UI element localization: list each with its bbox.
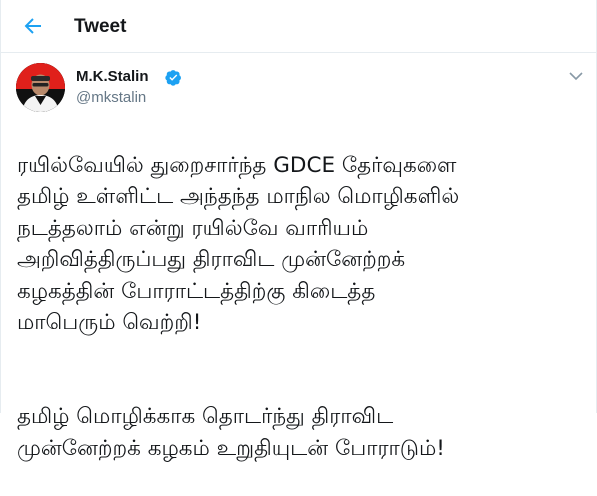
page-header: Tweet [1, 0, 596, 53]
avatar-image [16, 63, 65, 112]
tweet-paragraph: ரயில்வேயில் துறைசார்ந்த GDCE தேர்வுகளை த… [17, 152, 460, 336]
tweet-text: ரயில்வேயில் துறைசார்ந்த GDCE தேர்வுகளை த… [17, 118, 587, 496]
avatar[interactable] [16, 63, 65, 112]
tweet-paragraph: தமிழ் மொழிக்காக தொடர்ந்து திராவிட முன்னே… [17, 404, 445, 461]
author-display-name[interactable]: M.K.Stalin [76, 68, 149, 85]
page-title: Tweet [74, 16, 127, 37]
verified-badge-icon [165, 70, 181, 86]
author-handle[interactable]: @mkstalin [76, 89, 146, 106]
tweet-page: Tweet M.K.Stalin @mkstalin ரயில்வேயில் த… [0, 0, 597, 461]
chevron-down-icon[interactable] [568, 70, 584, 82]
arrow-left-icon[interactable] [21, 14, 45, 38]
